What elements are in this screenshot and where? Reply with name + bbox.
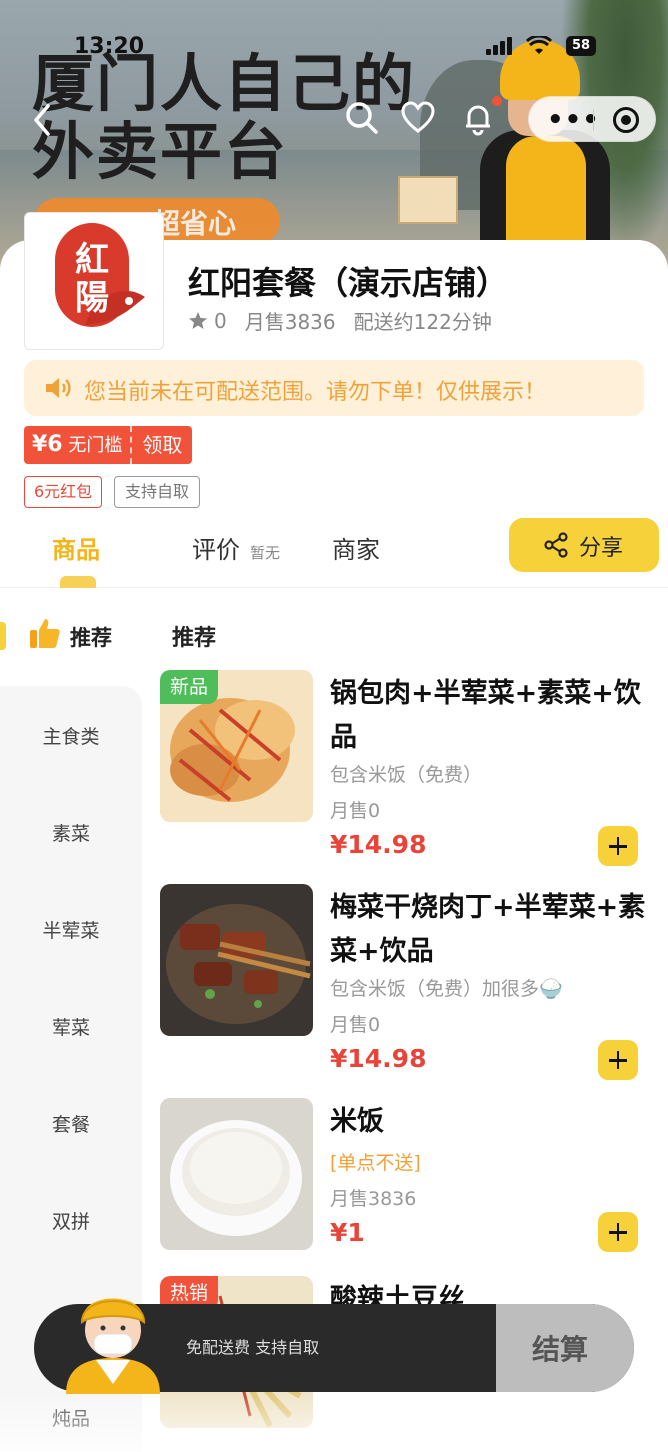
shop-name: 红阳套餐（演示店铺） [188, 264, 509, 302]
product-sold: 月售0 [330, 800, 381, 822]
coupon-value: ¥6 无门槛 [24, 426, 131, 464]
share-icon [544, 532, 568, 558]
more-menu-icon[interactable]: ••• [547, 105, 600, 135]
sidebar-item-staple[interactable]: 主食类 [0, 722, 142, 749]
share-label: 分享 [579, 536, 624, 561]
shop-tabs: 商品 评价 暂无 商家 分享 [0, 518, 668, 588]
speaker-icon [46, 378, 71, 398]
coupon[interactable]: ¥6 无门槛 领取 [24, 426, 193, 464]
add-to-cart-button[interactable] [598, 1212, 638, 1252]
product-price: ¥1 [330, 1218, 365, 1247]
tab-reviews-label: 评价 [192, 536, 240, 564]
shop-monthly-sales: 月售3836 [244, 310, 336, 334]
svg-text:紅: 紅 [75, 240, 109, 280]
new-badge: 新品 [160, 670, 219, 704]
tab-reviews[interactable]: 评价 暂无 [192, 530, 280, 565]
shop-rating: 0 [214, 308, 227, 333]
notification-dot [492, 96, 502, 106]
sidebar-item-double[interactable]: 双拼 [0, 1207, 142, 1234]
shop-delivery-time: 配送约122分钟 [353, 310, 492, 334]
delivery-notice: 您当前未在可配送范围。请勿下单！仅供展示！ [24, 360, 644, 416]
shop-logo-image: 紅 陽 [55, 223, 145, 327]
sidebar-item-half-meat[interactable]: 半荤菜 [0, 916, 142, 943]
share-button[interactable]: 分享 [509, 518, 659, 572]
tab-merchant-label: 商家 [332, 536, 380, 564]
nav-bar: ••• [0, 96, 668, 142]
checkout-label: 结算 [532, 1333, 589, 1366]
signal-icon [486, 37, 512, 55]
sidebar-recommend-label: 推荐 [70, 626, 112, 650]
product-item[interactable]: 梅菜干烧肉丁+半荤菜+素菜+饮品 包含米饭（免费）加很多🍚 月售0 ¥14.98 [160, 884, 660, 1084]
product-price: ¥14.98 [330, 830, 427, 859]
thumbs-up-icon [30, 619, 60, 648]
red-packet-tag: 6元红包 [24, 476, 103, 508]
status-time: 13:20 [74, 34, 145, 59]
heart-icon[interactable] [400, 100, 436, 136]
cart-note: 免配送费 支持自取 [186, 1338, 320, 1357]
shop-meta: 0 月售3836 配送约122分钟 [188, 306, 510, 335]
sidebar-item-set-meal[interactable]: 套餐 [0, 1110, 142, 1137]
sidebar-item-meat[interactable]: 荤菜 [0, 1013, 142, 1040]
bell-icon[interactable] [460, 100, 496, 136]
shop-logo: 紅 陽 [24, 212, 164, 350]
banner-pill-text: 超省心 [152, 207, 237, 240]
courier-mascot-icon [66, 1298, 160, 1394]
notice-text: 您当前未在可配送范围。请勿下单！仅供展示！ [84, 380, 547, 405]
search-icon[interactable] [344, 100, 380, 136]
tab-reviews-sub: 暂无 [250, 544, 281, 562]
product-price: ¥14.98 [330, 1044, 427, 1073]
star-icon [189, 311, 207, 329]
tab-merchant[interactable]: 商家 [332, 530, 380, 565]
product-name: 米饭 [330, 1106, 384, 1137]
product-image[interactable]: 新品 [160, 670, 313, 822]
svg-text:陽: 陽 [75, 278, 109, 318]
self-pickup-tag: 支持自取 [114, 476, 201, 508]
delivery-rider-image [470, 40, 610, 260]
sidebar-item-recommend[interactable]: 推荐 [0, 612, 150, 662]
coupon-amount: ¥6 [32, 432, 63, 457]
product-name: 梅菜干烧肉丁+半荤菜+素菜+饮品 [330, 892, 646, 967]
section-title: 推荐 [172, 626, 217, 651]
capsule-divider [593, 109, 594, 131]
tab-products[interactable]: 商品 [52, 530, 100, 565]
coupon-claim-button[interactable]: 领取 [130, 426, 193, 464]
add-to-cart-button[interactable] [598, 826, 638, 866]
sidebar-item-vegetable[interactable]: 素菜 [0, 819, 142, 846]
close-miniprogram-icon[interactable] [613, 107, 639, 133]
product-item[interactable]: 新品 锅包肉+半荤菜+素菜+饮品 包含米饭（免费） 月售0 ¥14.98 [160, 670, 660, 870]
status-icons: 58 [486, 36, 596, 56]
tab-products-label: 商品 [52, 536, 100, 564]
shop-page: 厦门人自己的 外卖平台 超省心 13:20 58 ••• 紅 陽 红阳套餐（演示… [0, 0, 668, 1452]
product-sold: 月售3836 [330, 1188, 417, 1210]
product-desc: 包含米饭（免费）加很多🍚 [330, 978, 563, 1000]
coupon-condition: 无门槛 [68, 435, 123, 456]
product-desc: 包含米饭（免费） [330, 764, 483, 786]
tab-active-indicator [60, 576, 96, 588]
bottom-fade [0, 1392, 668, 1452]
product-name: 锅包肉+半荤菜+素菜+饮品 [330, 678, 641, 753]
miniprogram-capsule: ••• [528, 96, 656, 142]
back-icon[interactable] [28, 100, 58, 140]
checkout-button[interactable]: 结算 [496, 1304, 634, 1392]
product-image[interactable] [160, 1098, 313, 1250]
status-bar: 13:20 58 [0, 30, 668, 70]
product-sold: 月售0 [330, 1014, 381, 1036]
battery-icon: 58 [566, 36, 596, 56]
product-desc: [单点不送] [330, 1152, 421, 1174]
product-image[interactable] [160, 884, 313, 1036]
sidebar-active-bar [0, 622, 6, 650]
add-to-cart-button[interactable] [598, 1040, 638, 1080]
wifi-icon [526, 36, 552, 54]
product-item[interactable]: 米饭 [单点不送] 月售3836 ¥1 [160, 1098, 660, 1258]
